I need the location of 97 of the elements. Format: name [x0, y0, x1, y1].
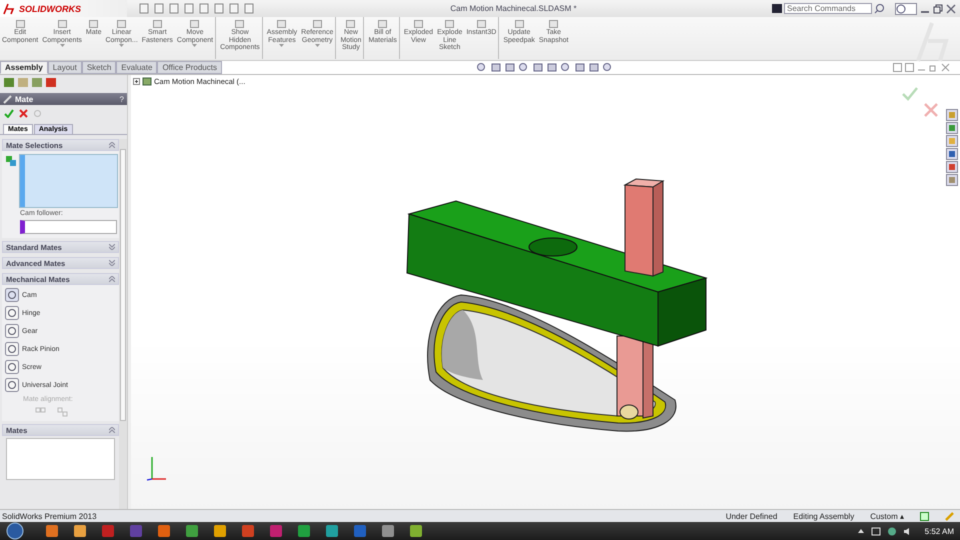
command-tab[interactable]: Sketch	[82, 61, 116, 74]
caret-icon	[119, 44, 124, 47]
task-pane-tab-icon[interactable]	[946, 161, 958, 173]
caret-icon	[60, 44, 65, 47]
manager-tab-icon[interactable]	[31, 77, 43, 88]
task-pane-tab-icon[interactable]	[946, 174, 958, 186]
tool-icon	[234, 19, 246, 29]
close-icon[interactable]	[946, 4, 956, 14]
caret-icon	[192, 44, 198, 47]
tile-icon[interactable]	[893, 63, 902, 72]
close-icon[interactable]	[941, 63, 950, 72]
taskbar-app-icon[interactable]	[326, 525, 338, 537]
restore-icon[interactable]	[933, 4, 943, 14]
taskbar-app-icon[interactable]	[186, 525, 198, 537]
taskbar-app-icon[interactable]	[270, 525, 282, 537]
view-tool-icon[interactable]	[588, 62, 600, 73]
taskbar-app-icon[interactable]	[46, 525, 58, 537]
quick-access-icon[interactable]	[198, 3, 210, 14]
tool-icon	[189, 19, 200, 29]
mates-list[interactable]	[6, 438, 115, 480]
tool-icon	[88, 19, 100, 29]
tile-icon[interactable]	[905, 63, 914, 72]
view-tool-icon[interactable]	[532, 62, 544, 73]
checkmark-icon[interactable]	[4, 108, 14, 118]
view-tool-icon[interactable]	[574, 62, 586, 73]
help-link[interactable]: ?	[120, 94, 124, 104]
tool-icon	[14, 19, 26, 29]
ds-logo-icon	[3, 2, 17, 14]
panel-title: Mate	[15, 94, 34, 104]
clock[interactable]: 5:52 AM	[924, 526, 954, 536]
manager-tab-icon[interactable]	[45, 77, 57, 88]
network-icon[interactable]	[886, 526, 897, 536]
selection-list[interactable]	[20, 155, 117, 207]
selection-icon	[5, 155, 17, 167]
view-tool-icon[interactable]	[546, 62, 558, 73]
units-selector[interactable]: Custom ▴	[870, 512, 904, 520]
quick-access-icon[interactable]	[168, 3, 180, 14]
quick-access-icon[interactable]	[243, 3, 255, 14]
search-field[interactable]: Search Commands	[784, 3, 872, 14]
view-tool-icon[interactable]	[518, 62, 530, 73]
quick-access-icon[interactable]	[183, 3, 195, 14]
expand-icon[interactable]	[133, 78, 140, 85]
tool-icon	[412, 19, 424, 29]
command-tab[interactable]: Layout	[48, 61, 82, 74]
status-text: SolidWorks Premium 2013	[2, 512, 97, 520]
quick-access-icon[interactable]	[228, 3, 240, 14]
caret-icon	[279, 44, 284, 47]
tool-icon	[116, 19, 128, 29]
caret-icon	[314, 44, 320, 47]
search-icon	[874, 3, 885, 14]
taskbar-app-icon[interactable]	[410, 525, 422, 537]
command-tab[interactable]: Evaluate	[116, 61, 158, 74]
tool-icon	[514, 19, 525, 29]
view-tool-icon[interactable]	[560, 62, 572, 73]
tray-icon[interactable]	[870, 526, 881, 536]
view-tool-icon[interactable]	[476, 62, 488, 73]
tool-icon	[476, 19, 487, 29]
tray-icon[interactable]	[856, 527, 865, 535]
tool-icon	[56, 19, 68, 29]
task-pane-tab-icon[interactable]	[946, 148, 958, 160]
taskbar-app-icon[interactable]	[382, 525, 394, 537]
view-tool-icon[interactable]	[504, 62, 516, 73]
close-icon[interactable]	[19, 108, 28, 118]
window-title: Cam Motion Machinecal.SLDASM *	[449, 4, 578, 13]
view-tool-icon[interactable]	[602, 62, 614, 73]
taskbar-app-icon[interactable]	[242, 525, 254, 537]
tool-icon	[444, 19, 456, 29]
taskbar-app-icon[interactable]	[214, 525, 226, 537]
tool-icon	[377, 19, 388, 29]
tool-icon	[548, 19, 560, 29]
checkmark-icon[interactable]	[902, 87, 918, 101]
task-pane-tab-icon[interactable]	[946, 135, 958, 147]
view-tool-icon[interactable]	[490, 62, 502, 73]
brand-name: SOLIDWORKS	[19, 4, 81, 14]
status-text: Editing Assembly	[793, 512, 854, 520]
cam-follower-field[interactable]	[20, 220, 117, 234]
tool-icon	[276, 19, 288, 29]
manager-tab-icon[interactable]	[3, 77, 15, 88]
taskbar-app-icon[interactable]	[158, 525, 170, 537]
quick-access-icon[interactable]	[153, 3, 165, 14]
tool-icon	[312, 19, 323, 29]
command-tab[interactable]: Office Products	[157, 61, 222, 74]
task-pane-tab-icon[interactable]	[946, 109, 958, 121]
quick-access-icon[interactable]	[213, 3, 225, 14]
assembly-icon	[142, 77, 152, 86]
manager-tab-icon[interactable]	[17, 77, 29, 88]
anti-aligned-icon[interactable]	[57, 407, 69, 418]
tool-icon	[345, 19, 356, 29]
taskbar-app-icon[interactable]	[298, 525, 310, 537]
start-button-icon[interactable]	[6, 522, 24, 540]
taskbar-app-icon[interactable]	[74, 525, 86, 537]
quick-access-icon[interactable]	[138, 3, 150, 14]
task-pane-tab-icon[interactable]	[946, 122, 958, 134]
tool-icon	[152, 19, 163, 29]
scrollbar[interactable]	[119, 139, 127, 509]
command-tab[interactable]: Assembly	[0, 61, 48, 74]
status-text: Under Defined	[726, 512, 778, 520]
